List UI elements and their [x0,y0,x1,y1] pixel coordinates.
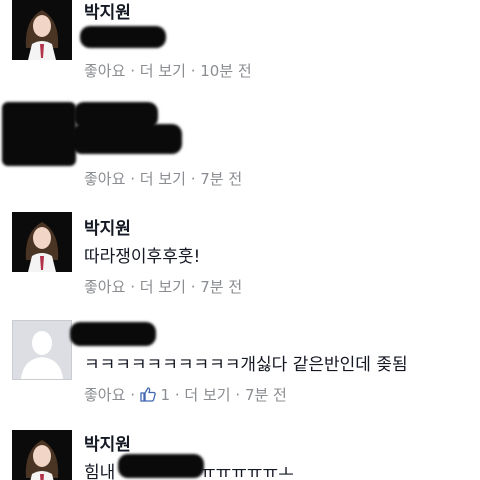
avatar[interactable] [12,212,72,272]
comment-author[interactable]: 박지원 [84,430,131,455]
comment-meta: 좋아요 · 더 보기 · 7분 전 [84,168,242,189]
redacted-text [80,26,166,48]
default-avatar-icon [13,321,71,379]
separator: · [190,278,196,296]
comment-text: 따라쟁이후후훗! [84,247,201,267]
separator: · [190,62,196,80]
avatar[interactable] [12,430,72,480]
comment-text: ㅋㅋㅋㅋㅋㅋㅋㅋㅋㅋ개싫다 같은반인데 좆됨 [84,355,408,375]
redacted-text [72,124,182,154]
timestamp: 7분 전 [200,170,243,188]
separator: · [130,170,135,188]
avatar[interactable] [12,320,72,380]
redacted-text [118,454,204,478]
more-link[interactable]: 더 보기 [140,278,186,296]
comment-text-start: 힘내 [84,463,116,480]
separator: · [235,386,241,404]
separator: · [174,386,180,404]
like-link[interactable]: 좋아요 [84,62,125,80]
comment-meta: 좋아요 · 더 보기 · 7분 전 [84,276,242,297]
timestamp: 7분 전 [200,278,243,296]
timestamp: 7분 전 [244,386,287,404]
comment-author[interactable]: 박지원 [84,214,131,239]
separator: · [190,170,196,188]
redacted-author [70,322,156,346]
comment-author[interactable]: 박지원 [84,0,131,23]
like-link[interactable]: 좋아요 [84,386,125,404]
separator: · [130,386,135,404]
more-link[interactable]: 더 보기 [184,386,230,404]
redacted-avatar [2,102,76,166]
like-count[interactable]: 1 [161,386,171,404]
profile-photo-icon [12,430,72,480]
profile-photo-icon [12,212,72,272]
more-link[interactable]: 더 보기 [140,62,186,80]
profile-photo-icon [12,0,72,60]
comment-meta: 좋아요 · 더 보기 · 10분 전 [84,60,252,81]
separator: · [130,62,135,80]
more-link[interactable]: 더 보기 [140,170,186,188]
avatar[interactable] [12,0,72,60]
thumbs-up-icon [140,387,156,402]
separator: · [130,278,135,296]
timestamp: 10분 전 [200,62,252,80]
like-link[interactable]: 좋아요 [84,278,125,296]
like-link[interactable]: 좋아요 [84,170,125,188]
comment-text-end: ㅠㅠㅠㅠㅠㅗ [200,463,294,480]
comment-meta: 좋아요 · 1 · 더 보기 · 7분 전 [84,384,287,405]
